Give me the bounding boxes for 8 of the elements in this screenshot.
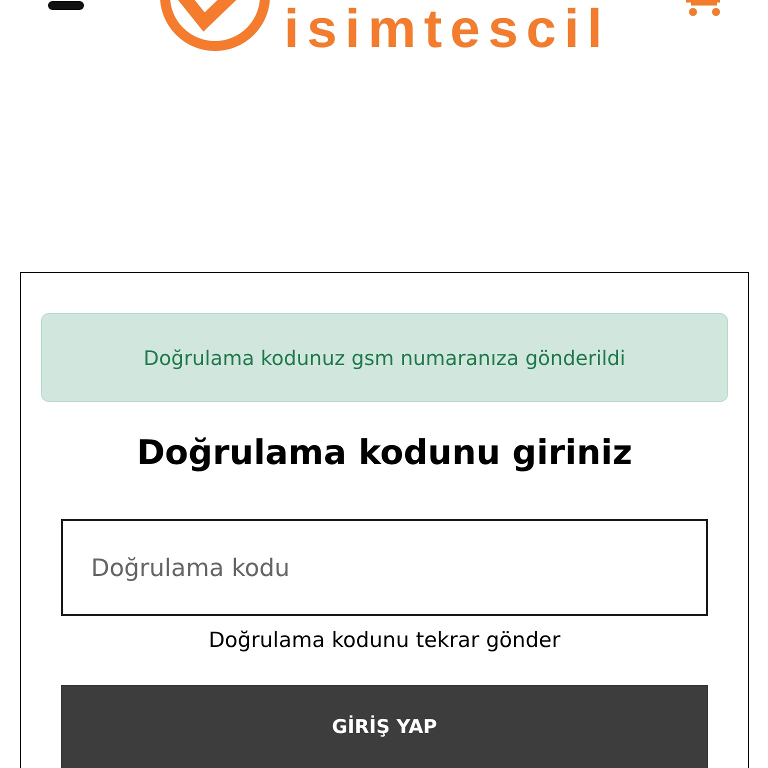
form-heading: Doğrulama kodunu giriniz xyxy=(136,432,634,475)
check-circle-logo-icon[interactable] xyxy=(158,0,272,52)
resend-code-link[interactable]: Doğrulama kodunu tekrar gönder xyxy=(208,626,560,654)
login-button[interactable]: GİRİŞ YAP xyxy=(61,685,708,768)
code-input-field[interactable]: Doğrulama kodu xyxy=(61,519,708,616)
menu-icon[interactable] xyxy=(48,1,84,10)
cart-icon[interactable] xyxy=(686,0,722,17)
alert-message: Doğrulama kodunuz gsm numaranıza gönderildi xyxy=(144,344,626,370)
